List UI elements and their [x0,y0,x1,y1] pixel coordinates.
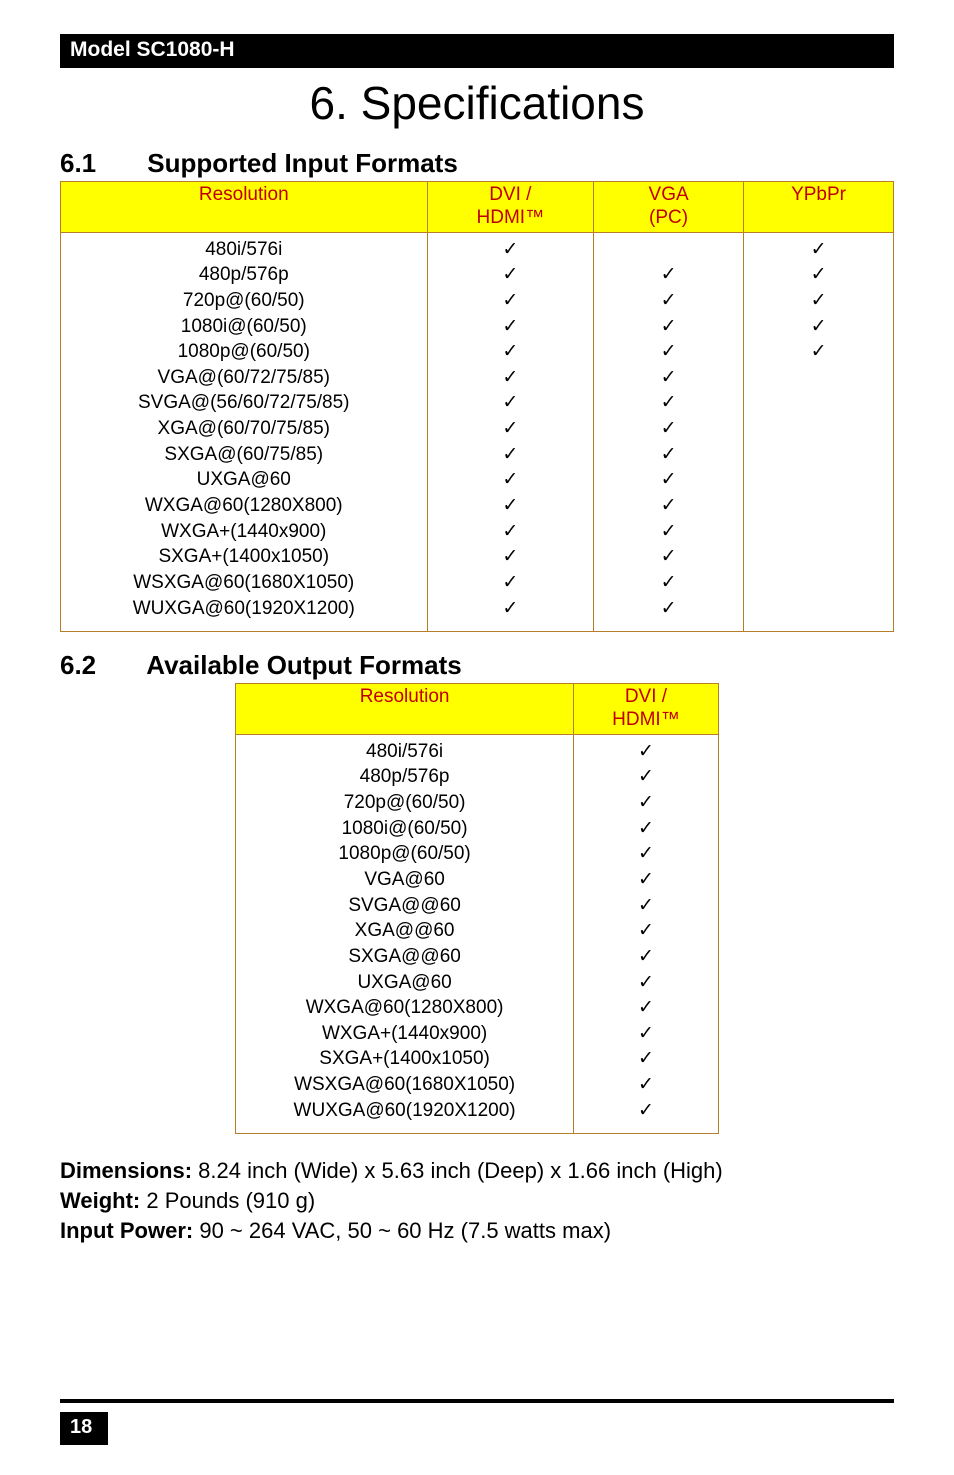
output-formats-table: Resolution DVI / HDMI™ 480i/576i480p/576… [235,683,719,1134]
col-header-dvi: DVI / HDMI™ [427,182,594,233]
dimensions-label: Dimensions: [60,1158,192,1183]
weight-value: 2 Pounds (910 g) [140,1188,315,1213]
power-value: 90 ~ 264 VAC, 50 ~ 60 Hz (7.5 watts max) [193,1218,611,1243]
col-header-resolution: Resolution [61,182,428,233]
page-number: 18 [60,1412,108,1445]
col-header-vga: VGA (PC) [594,182,744,233]
input-formats-table: Resolution DVI / HDMI™ VGA (PC) YPbPr 48… [60,181,894,632]
section-number: 6.1 [60,148,140,179]
section-heading-6-1: 6.1 Supported Input Formats [60,148,894,179]
col-header-ypbpr: YPbPr [744,182,894,233]
col-header-resolution: Resolution [236,684,574,735]
section-heading-6-2: 6.2 Available Output Formats [60,650,894,681]
input-res-cell: 480i/576i480p/576p720p@(60/50)1080i@(60/… [61,232,428,632]
input-ypbpr-cell: ✓✓✓✓✓✓✓✓✓✓✓✓✓✓✓ [744,232,894,632]
col-header-vga-line2: (PC) [649,207,688,228]
col-header-dvi-line2: HDMI™ [477,207,545,228]
weight-label: Weight: [60,1188,140,1213]
power-label: Input Power: [60,1218,193,1243]
col-header-dvi: DVI / HDMI™ [574,684,719,735]
chapter-title: 6. Specifications [60,76,894,130]
input-vga-cell: ✓✓✓✓✓✓✓✓✓✓✓✓✓✓✓ [594,232,744,632]
input-dvi-cell: ✓✓✓✓✓✓✓✓✓✓✓✓✓✓✓ [427,232,594,632]
col-header-vga-line1: VGA [649,184,689,205]
output-res-cell: 480i/576i480p/576p720p@(60/50)1080i@(60/… [236,734,574,1134]
model-bar: Model SC1080-H [60,34,894,68]
col-header-dvi-line1: DVI / [625,686,667,707]
output-dvi-cell: ✓✓✓✓✓✓✓✓✓✓✓✓✓✓✓ [574,734,719,1134]
page: Model SC1080-H 6. Specifications 6.1 Sup… [0,0,954,1475]
footer-divider [60,1399,894,1403]
dimensions-value: 8.24 inch (Wide) x 5.63 inch (Deep) x 1.… [192,1158,723,1183]
spec-body-text: Dimensions: 8.24 inch (Wide) x 5.63 inch… [60,1156,894,1245]
col-header-dvi-line2: HDMI™ [612,709,680,730]
section-number: 6.2 [60,650,140,681]
col-header-dvi-line1: DVI / [489,184,531,205]
section-title: Available Output Formats [146,650,461,680]
section-title: Supported Input Formats [147,148,458,178]
